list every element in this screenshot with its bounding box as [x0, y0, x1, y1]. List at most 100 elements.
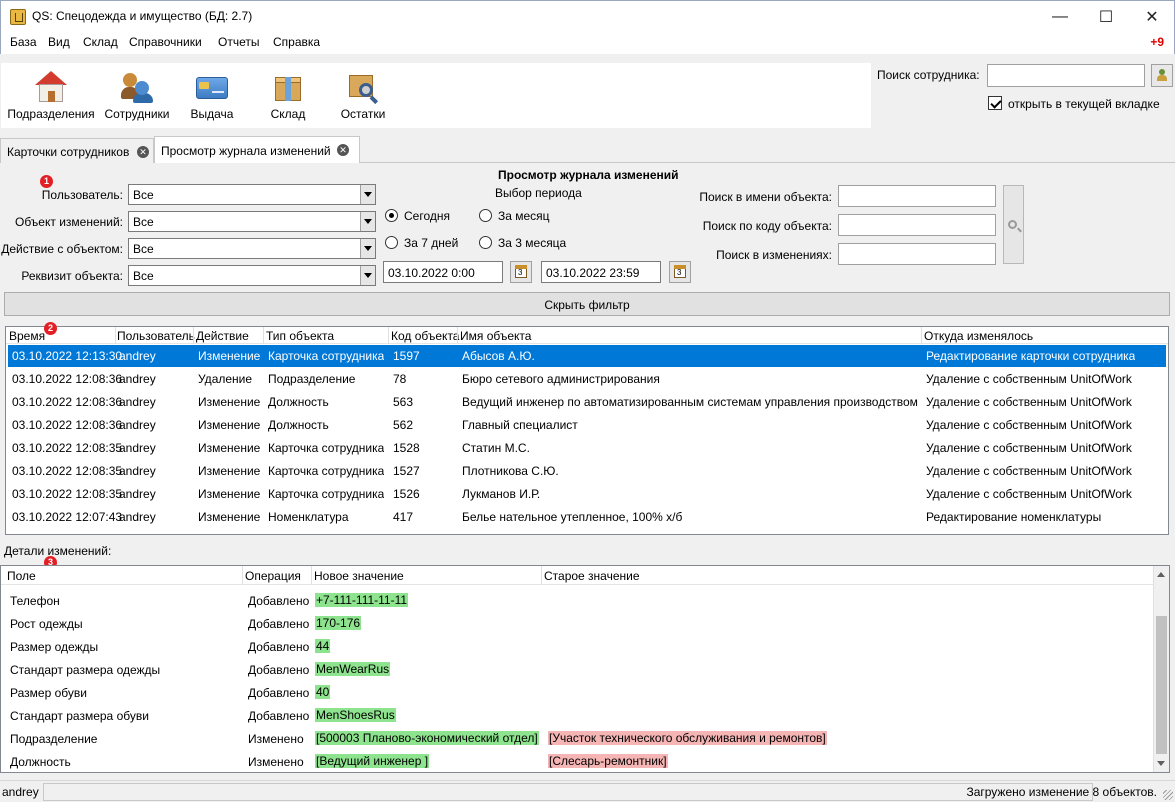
employee-search-button[interactable]: [1151, 64, 1173, 87]
table-row[interactable]: 03.10.2022 12:08:35 andrey Изменение Кар…: [8, 483, 1166, 505]
detail-new: MenShoesRus: [315, 708, 396, 722]
cell-object-type: Должность: [268, 418, 329, 432]
chevron-down-icon[interactable]: [360, 239, 375, 258]
col-action[interactable]: Действие: [196, 329, 249, 343]
menu-baza[interactable]: База: [10, 35, 37, 49]
hide-filter-button[interactable]: Скрыть фильтр: [4, 292, 1170, 316]
toolbar-employees-button[interactable]: Сотрудники: [101, 63, 173, 128]
period-month-radio[interactable]: [479, 209, 492, 222]
list-item[interactable]: Телефон Добавлено +7-111-111-11-11: [3, 590, 1151, 613]
search-button[interactable]: [1003, 185, 1024, 264]
toolbar-issue-button[interactable]: Выдача: [177, 63, 247, 128]
filter-action-combo[interactable]: Все: [128, 238, 376, 259]
journal-view: 1 Пользователь: Все Объект изменений: Вс…: [0, 163, 1175, 780]
cell-time: 03.10.2022 12:08:36: [12, 372, 123, 386]
minimize-button[interactable]: —: [1037, 1, 1083, 32]
scroll-up-icon[interactable]: [1157, 572, 1165, 577]
col-object-name[interactable]: Имя объекта: [460, 329, 531, 343]
search-changes-input[interactable]: [838, 243, 996, 265]
cell-object-type: Карточка сотрудника: [268, 487, 385, 501]
detail-op: Изменено: [248, 732, 304, 746]
employee-search-input[interactable]: [987, 64, 1145, 87]
col-operation[interactable]: Операция: [245, 569, 301, 583]
list-item[interactable]: Должность Изменено [Ведущий инженер ] [С…: [3, 751, 1151, 772]
close-tab-icon[interactable]: ✕: [137, 146, 149, 158]
table-row[interactable]: 03.10.2022 12:13:30 andrey Изменение Кар…: [8, 345, 1166, 367]
table-row[interactable]: 03.10.2022 12:08:36 andrey Изменение Дол…: [8, 391, 1166, 413]
toolbar-departments-button[interactable]: Подразделения: [1, 63, 101, 128]
chevron-down-icon[interactable]: [360, 185, 375, 204]
menu-help[interactable]: Справка: [273, 35, 320, 49]
cell-object-name: Белье нательное утепленное, 100% х/б: [462, 510, 683, 524]
notification-badge[interactable]: +9: [1150, 35, 1164, 49]
table-row[interactable]: 03.10.2022 12:08:36 andrey Изменение Дол…: [8, 414, 1166, 436]
cell-user: andrey: [119, 395, 156, 409]
date-from-input[interactable]: 03.10.2022 0:00: [383, 261, 503, 283]
table-row[interactable]: 03.10.2022 12:08:35 andrey Изменение Кар…: [8, 437, 1166, 459]
list-item[interactable]: Стандарт размера одежды Добавлено MenWea…: [3, 659, 1151, 682]
list-item[interactable]: Рост одежды Добавлено 170-176: [3, 613, 1151, 636]
col-time[interactable]: Время: [9, 329, 45, 343]
menu-warehouse[interactable]: Склад: [83, 35, 118, 49]
menu-reports[interactable]: Отчеты: [218, 35, 259, 49]
tab-employee-cards[interactable]: Карточки сотрудников ✕: [0, 138, 154, 163]
col-object-code[interactable]: Код объекта: [391, 329, 459, 343]
scroll-thumb[interactable]: [1156, 616, 1167, 754]
list-item[interactable]: Размер обуви Добавлено 40: [3, 682, 1151, 705]
menu-references[interactable]: Справочники: [129, 35, 202, 49]
list-item[interactable]: Размер одежды Добавлено 44: [3, 636, 1151, 659]
period-7days-radio[interactable]: [385, 236, 398, 249]
search-code-input[interactable]: [838, 214, 996, 236]
col-user[interactable]: Пользователь: [117, 329, 195, 343]
toolbar-warehouse-label: Склад: [270, 107, 306, 121]
title-bar: QS: Спецодежда и имущество (БД: 2.7) — ☐…: [0, 0, 1175, 32]
toolbar-employees-label: Сотрудники: [104, 107, 170, 121]
filter-user-combo[interactable]: Все: [128, 184, 376, 205]
cell-object-name: Лукманов И.Р.: [462, 487, 541, 501]
filter-object-combo[interactable]: Все: [128, 211, 376, 232]
tab-change-journal[interactable]: Просмотр журнала изменений ✕: [154, 136, 360, 164]
table-row[interactable]: 03.10.2022 12:08:36 andrey Удаление Подр…: [8, 368, 1166, 390]
filter-attribute-combo[interactable]: Все: [128, 265, 376, 286]
list-item[interactable]: Стандарт размера обуви Добавлено MenShoe…: [3, 705, 1151, 728]
table-row[interactable]: 03.10.2022 12:07:43 andrey Изменение Ном…: [8, 506, 1166, 528]
chevron-down-icon[interactable]: [360, 266, 375, 285]
open-in-current-tab-checkbox[interactable]: [988, 96, 1002, 110]
close-window-button[interactable]: ✕: [1129, 1, 1175, 32]
maximize-button[interactable]: ☐: [1083, 1, 1129, 32]
detail-op: Добавлено: [248, 663, 310, 677]
cell-time: 03.10.2022 12:07:43: [12, 510, 123, 524]
date-from-calendar-button[interactable]: [510, 261, 532, 283]
col-new-value[interactable]: Новое значение: [314, 569, 404, 583]
search-name-input[interactable]: [838, 185, 996, 207]
date-to-calendar-button[interactable]: [669, 261, 691, 283]
journal-table[interactable]: Время Пользователь Действие Тип объекта …: [5, 326, 1169, 535]
details-label: Детали изменений:: [4, 544, 112, 558]
col-object-type[interactable]: Тип объекта: [266, 329, 334, 343]
cell-time: 03.10.2022 12:08:36: [12, 395, 123, 409]
col-field[interactable]: Поле: [7, 569, 36, 583]
toolbar-warehouse-button[interactable]: Склад: [253, 63, 323, 128]
detail-new: 170-176: [315, 616, 362, 630]
date-to-input[interactable]: 03.10.2022 23:59: [541, 261, 661, 283]
table-row[interactable]: 03.10.2022 12:08:35 andrey Изменение Кар…: [8, 460, 1166, 482]
details-table[interactable]: Поле Операция Новое значение Старое знач…: [0, 565, 1170, 773]
close-tab-icon[interactable]: ✕: [337, 144, 349, 156]
menu-view[interactable]: Вид: [48, 35, 70, 49]
col-source[interactable]: Откуда изменялось: [924, 329, 1033, 343]
details-scrollbar[interactable]: [1153, 566, 1169, 772]
toolbar-stock-button[interactable]: Остатки: [328, 63, 398, 128]
col-old-value[interactable]: Старое значение: [544, 569, 640, 583]
resize-grip-icon[interactable]: [1163, 790, 1173, 800]
period-3months-radio[interactable]: [479, 236, 492, 249]
period-today-radio[interactable]: [385, 209, 398, 222]
cell-time: 03.10.2022 12:08:35: [12, 441, 123, 455]
cell-action: Удаление: [198, 372, 253, 386]
list-item[interactable]: Подразделение Изменено [500003 Планово-э…: [3, 728, 1151, 751]
detail-field: Подразделение: [10, 732, 98, 746]
cell-source: Удаление с собственным UnitOfWork: [926, 395, 1132, 409]
scroll-down-icon[interactable]: [1157, 761, 1165, 766]
journal-heading: Просмотр журнала изменений: [498, 168, 679, 182]
filter-user-label: Пользователь:: [41, 188, 123, 202]
chevron-down-icon[interactable]: [360, 212, 375, 231]
